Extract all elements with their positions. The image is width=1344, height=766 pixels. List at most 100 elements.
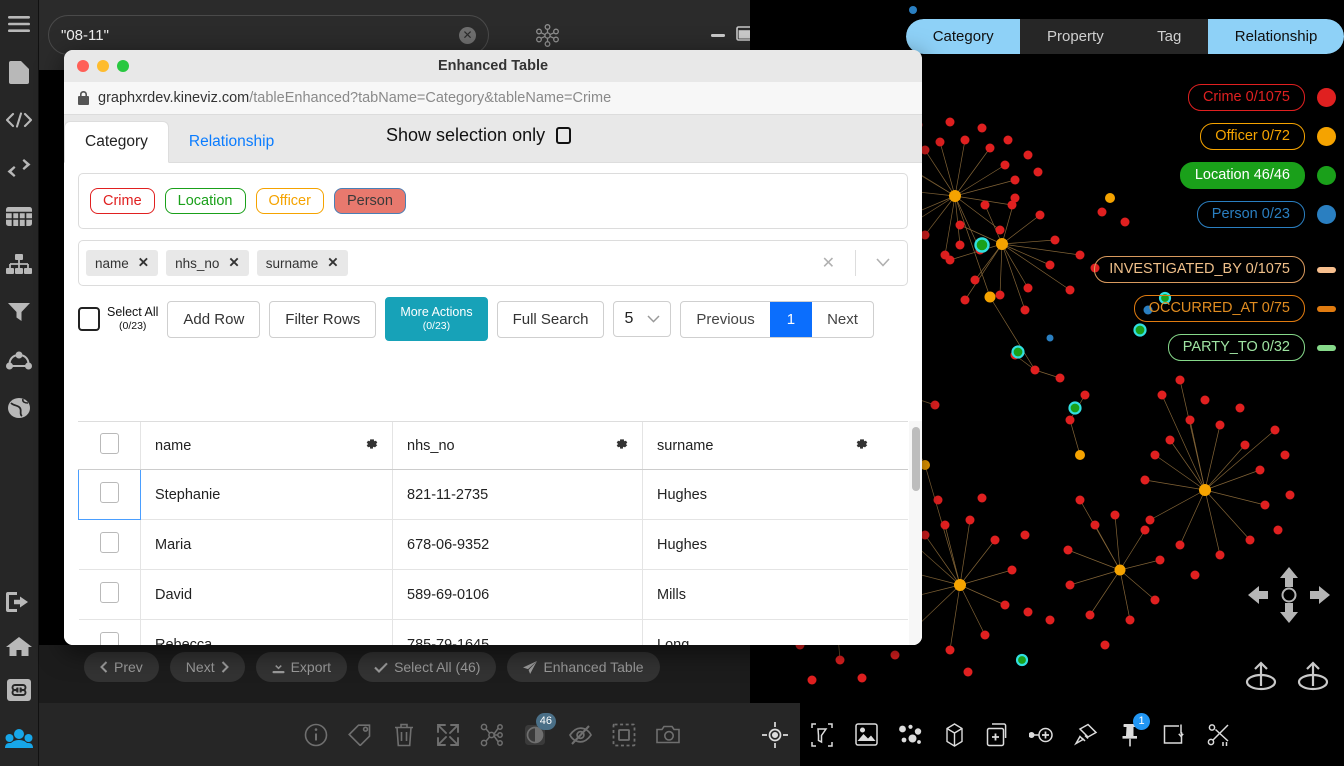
home-icon[interactable] [0,624,39,668]
row-select-cell[interactable] [79,520,141,570]
cell-nhs-no[interactable]: 589-69-0106 [393,570,643,620]
filter-rows-button[interactable]: Filter Rows [269,301,376,338]
full-search-button[interactable]: Full Search [497,301,605,338]
chevron-down-icon[interactable] [864,254,900,272]
more-actions-button[interactable]: More Actions (0/23) [385,297,487,341]
select-all-checkbox[interactable] [78,307,100,331]
dialog-titlebar[interactable]: Enhanced Table [64,50,922,82]
image-frame-icon[interactable] [844,703,888,766]
cell-name[interactable]: Rebecca [141,620,393,646]
search-input[interactable]: "08-11" ✕ [48,15,489,55]
show-selection-only-checkbox[interactable] [556,127,571,144]
pagination-previous[interactable]: Previous [681,302,769,337]
menu-icon[interactable] [0,0,39,48]
trash-icon[interactable] [382,703,426,766]
column-chip-nhs-no-remove[interactable]: ✕ [228,255,239,271]
table-icon[interactable] [0,192,39,240]
show-selection-only-control[interactable]: Show selection only [386,125,571,146]
rotation-controls[interactable] [1240,658,1340,700]
dialog-tab-relationship[interactable]: Relationship [169,122,294,162]
category-chip-crime[interactable]: Crime [90,188,155,214]
tab-category[interactable]: Category [906,19,1020,54]
prev-button[interactable]: Prev [84,652,159,682]
enhanced-table-button[interactable]: Enhanced Table [507,652,659,682]
filter-icon[interactable] [0,288,39,336]
table-row[interactable]: David589-69-0106Mills [79,570,909,620]
expand-icon[interactable] [426,703,470,766]
info-icon[interactable] [294,703,338,766]
export-button[interactable]: Export [256,652,347,682]
row-checkbox[interactable] [100,582,119,603]
tag-icon[interactable] [338,703,382,766]
clear-search-icon[interactable]: ✕ [459,27,476,44]
select-all-control[interactable]: Select All (0/23) [78,305,158,333]
table-row[interactable]: Rebecca785-79-1645Long [79,620,909,646]
page-size-select[interactable]: 5 [613,301,671,337]
target-icon[interactable] [750,703,800,766]
document-icon[interactable] [0,48,39,96]
navigation-pad[interactable] [1244,565,1334,625]
category-chip-location[interactable]: Location [165,188,246,214]
column-chip-name[interactable]: name✕ [86,250,158,276]
logout-icon[interactable] [0,580,39,624]
gear-icon[interactable] [854,437,868,455]
cell-surname[interactable]: Long [643,620,909,646]
annotate-icon[interactable] [1152,703,1196,766]
gear-icon[interactable] [364,437,378,455]
users-icon[interactable] [0,712,39,766]
table-scrollbar-thumb[interactable] [912,427,920,491]
cell-surname[interactable]: Hughes [643,520,909,570]
clear-columns-icon[interactable]: ✕ [810,253,847,273]
select-area-icon[interactable] [602,703,646,766]
row-checkbox[interactable] [100,482,119,503]
contrast-icon[interactable]: 46 [514,703,558,766]
legend-item-crime[interactable]: Crime 0/1075 [996,84,1336,111]
table-scrollbar[interactable] [909,421,922,645]
cell-name[interactable]: David [141,570,393,620]
pin-icon[interactable]: 1 [1108,703,1152,766]
transfer-icon[interactable] [0,144,39,192]
column-chip-surname-remove[interactable]: ✕ [327,255,338,271]
cell-surname[interactable]: Hughes [643,470,909,520]
camera-icon[interactable] [646,703,690,766]
header-name[interactable]: name [141,422,393,470]
cell-nhs-no[interactable]: 678-06-9352 [393,520,643,570]
graph-nodes-icon[interactable] [470,703,514,766]
chevron-down-icon[interactable] [647,312,660,326]
legend-item-person[interactable]: Person 0/23 [996,201,1336,228]
cell-name[interactable]: Stephanie [141,470,393,520]
molecule-icon[interactable] [536,24,559,52]
column-chip-surname[interactable]: surname✕ [257,250,348,276]
header-select-all-cell[interactable] [79,422,141,470]
row-select-cell[interactable] [79,570,141,620]
next-button[interactable]: Next [170,652,245,682]
tab-relationship[interactable]: Relationship [1208,19,1344,54]
hide-eye-icon[interactable] [558,703,602,766]
legend-item-party-to[interactable]: PARTY_TO 0/32 [996,334,1336,361]
table-row[interactable]: Maria678-06-9352Hughes [79,520,909,570]
table-row[interactable]: Stephanie821-11-2735Hughes [79,470,909,520]
cell-name[interactable]: Maria [141,520,393,570]
legend-item-occurred-at[interactable]: OCCURRED_AT 0/75 [996,295,1336,322]
header-nhs-no[interactable]: nhs_no [393,422,643,470]
cell-nhs-no[interactable]: 785-79-1645 [393,620,643,646]
pagination-next[interactable]: Next [812,302,873,337]
column-chip-nhs-no[interactable]: nhs_no✕ [166,250,249,276]
gear-icon[interactable] [614,437,628,455]
tab-tag[interactable]: Tag [1130,19,1208,54]
cube-icon[interactable] [932,703,976,766]
lasso-select-icon[interactable] [800,703,844,766]
column-select-panel[interactable]: name✕ nhs_no✕ surname✕ ✕ [78,240,908,286]
legend-item-investigated-by[interactable]: INVESTIGATED_BY 0/1075 [996,256,1336,283]
row-select-cell[interactable] [79,620,141,646]
category-chip-officer[interactable]: Officer [256,188,324,214]
pagination-page-1[interactable]: 1 [770,302,812,337]
column-chip-name-remove[interactable]: ✕ [138,255,149,271]
legend-item-officer[interactable]: Officer 0/72 [996,123,1336,150]
command-icon[interactable] [0,668,39,712]
scissors-icon[interactable] [1196,703,1240,766]
header-checkbox[interactable] [100,433,119,454]
dialog-tab-category[interactable]: Category [64,121,169,163]
minimize-icon[interactable] [710,26,726,44]
cluster-icon[interactable] [888,703,932,766]
